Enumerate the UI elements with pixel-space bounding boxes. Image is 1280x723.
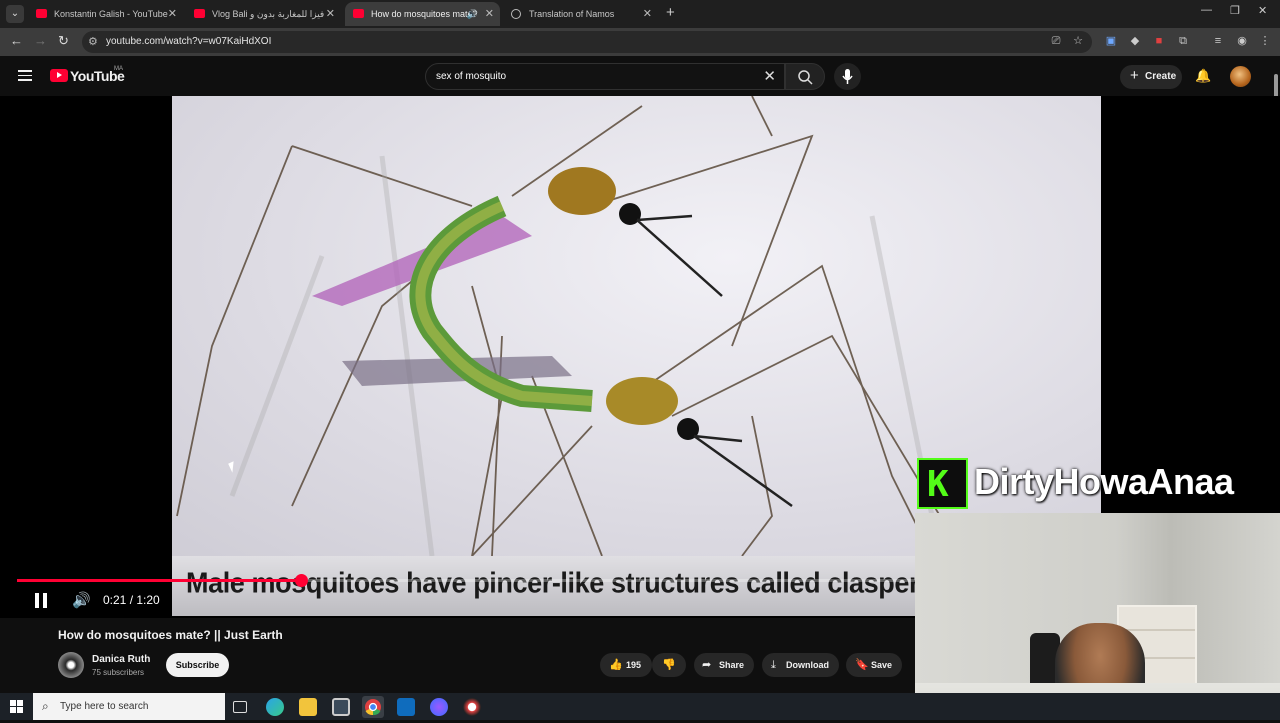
time-display: 0:21 / 1:20 — [103, 593, 160, 607]
extensions-puzzle-icon[interactable]: ⧉ — [1176, 34, 1190, 48]
menu-icon[interactable] — [18, 70, 32, 81]
browser-toolbar: ← → ↻ ⚙ youtube.com/watch?v=w07KaiHdXOI … — [0, 28, 1280, 56]
reload-icon[interactable]: ↻ — [58, 33, 69, 49]
share-icon: ➦ — [702, 659, 712, 671]
search-button[interactable] — [785, 63, 825, 90]
download-icon: ⤓ — [771, 659, 776, 671]
channel-name[interactable]: Danica Ruth — [92, 654, 150, 665]
kick-logo-icon: K — [917, 458, 968, 509]
tab-label: Translation of Namos — [529, 9, 615, 19]
restore-icon[interactable]: ❐ — [1230, 4, 1240, 17]
subscriber-count: 75 subscribers — [92, 668, 145, 677]
back-icon[interactable]: ← — [10, 33, 23, 48]
share-label: Share — [719, 660, 745, 670]
translate-extension-icon[interactable]: ▣ — [1104, 34, 1118, 48]
search-icon: ⌕ — [42, 699, 49, 713]
youtube-logo-icon[interactable] — [50, 69, 68, 82]
minimize-icon[interactable]: — — [1201, 4, 1212, 16]
notifications-bell-icon[interactable]: 🔔 — [1195, 68, 1211, 84]
new-tab-icon[interactable]: + — [666, 4, 675, 21]
dislike-button[interactable]: 👎 — [652, 653, 686, 677]
subscribe-button[interactable]: Subscribe — [166, 653, 229, 677]
close-tab-icon[interactable]: ✕ — [643, 2, 652, 26]
tab-search-icon[interactable]: ⌄ — [6, 5, 24, 23]
thumbs-up-icon: 👍 — [609, 659, 623, 671]
burned-in-caption: Male mosquitoes have pincer-like structu… — [186, 567, 1005, 599]
close-tab-icon[interactable]: ✕ — [485, 2, 494, 26]
browser-tab-strip: ⌄ Konstantin Galish - YouTube ✕ Vlog Bal… — [0, 0, 1280, 28]
search-icon — [798, 70, 813, 85]
store-icon[interactable] — [332, 698, 350, 716]
microphone-icon — [842, 69, 853, 84]
tab-vlog-bali[interactable]: Vlog Bali فيزا للمغاربة بدون و ✕ — [186, 2, 341, 26]
account-avatar[interactable] — [1230, 66, 1251, 87]
download-label: Download — [786, 660, 829, 670]
save-label: Save — [871, 660, 893, 670]
streamer-brand-overlay: K DirtyHowaAnaa — [916, 457, 1280, 511]
tab-konstantin[interactable]: Konstantin Galish - YouTube ✕ — [28, 2, 183, 26]
tab-mosquitoes[interactable]: How do mosquitoes mate? 🔊 ✕ — [345, 2, 500, 26]
bookmark-star-icon[interactable]: ☆ — [1071, 34, 1085, 48]
cast-icon[interactable]: ⎚ — [1049, 34, 1063, 48]
more-menu-icon[interactable]: ⋮ — [1258, 34, 1272, 48]
youtube-favicon-icon — [194, 9, 205, 18]
file-explorer-icon[interactable] — [299, 698, 317, 716]
media-control-icon[interactable]: ≡ — [1211, 34, 1225, 48]
country-code: MA — [114, 66, 123, 72]
taskbar-search[interactable]: ⌕ Type here to search — [33, 693, 225, 720]
like-button[interactable]: 👍 195 — [600, 653, 652, 677]
search-input[interactable]: sex of mosquito — [436, 71, 506, 82]
tab-label: Konstantin Galish - YouTube — [54, 9, 168, 19]
progress-played — [17, 579, 301, 582]
window-close-icon[interactable]: ✕ — [1258, 4, 1267, 17]
youtube-favicon-icon — [353, 9, 364, 18]
windows-taskbar: ⌕ Type here to search — [0, 693, 1280, 720]
url-text[interactable]: youtube.com/watch?v=w07KaiHdXOI — [106, 36, 271, 47]
site-info-icon[interactable]: ⚙ — [88, 35, 98, 48]
outlook-icon[interactable] — [397, 698, 415, 716]
voice-search-button[interactable] — [834, 63, 861, 90]
volume-icon[interactable]: 🔊 — [72, 591, 91, 609]
audio-playing-icon[interactable]: 🔊 — [467, 2, 478, 26]
close-tab-icon[interactable]: ✕ — [168, 2, 177, 26]
forward-icon[interactable]: → — [34, 33, 47, 48]
streamer-name: DirtyHowaAnaa — [974, 461, 1234, 502]
webcam-overlay — [915, 513, 1280, 720]
save-button[interactable]: 🔖 Save — [846, 653, 902, 677]
channel-avatar[interactable] — [58, 652, 84, 678]
bookmark-icon: 🔖 — [855, 659, 869, 671]
edge-icon[interactable] — [266, 698, 284, 716]
recording-app-icon[interactable] — [463, 698, 481, 716]
tab-translation[interactable]: Translation of Namos ✕ — [503, 2, 658, 26]
chrome-icon[interactable] — [362, 696, 384, 718]
share-button[interactable]: ➦ Share — [694, 653, 754, 677]
globe-favicon-icon — [511, 9, 521, 19]
pause-icon[interactable] — [34, 593, 48, 608]
youtube-favicon-icon — [36, 9, 47, 18]
create-button[interactable]: Create — [1120, 64, 1182, 89]
windows-start-icon[interactable] — [10, 700, 23, 713]
address-bar[interactable]: ⚙ youtube.com/watch?v=w07KaiHdXOI — [82, 31, 1092, 53]
extension-diamond-icon[interactable]: ◆ — [1128, 34, 1142, 48]
task-view-icon[interactable] — [233, 701, 247, 713]
search-box[interactable]: sex of mosquito ✕ — [425, 63, 785, 90]
profile-icon[interactable]: ◉ — [1235, 34, 1249, 48]
tab-label: Vlog Bali فيزا للمغاربة بدون و — [212, 9, 325, 19]
like-count: 195 — [626, 660, 642, 670]
taskbar-search-placeholder: Type here to search — [60, 701, 149, 712]
thumbs-down-icon: 👎 — [662, 659, 676, 671]
video-title: How do mosquitoes mate? || Just Earth — [58, 628, 283, 642]
extension-red-icon[interactable]: ■ — [1152, 34, 1166, 48]
youtube-header: YouTube MA sex of mosquito ✕ Create 🔔 — [0, 56, 1280, 96]
download-button[interactable]: ⤓ Download — [762, 653, 839, 677]
clear-search-icon[interactable]: ✕ — [763, 67, 776, 85]
kick-letter: K — [927, 464, 949, 505]
scrubber-handle[interactable] — [294, 574, 308, 587]
messenger-icon[interactable] — [430, 698, 448, 716]
close-tab-icon[interactable]: ✕ — [326, 2, 335, 26]
tab-label: How do mosquitoes mate? — [371, 9, 478, 19]
